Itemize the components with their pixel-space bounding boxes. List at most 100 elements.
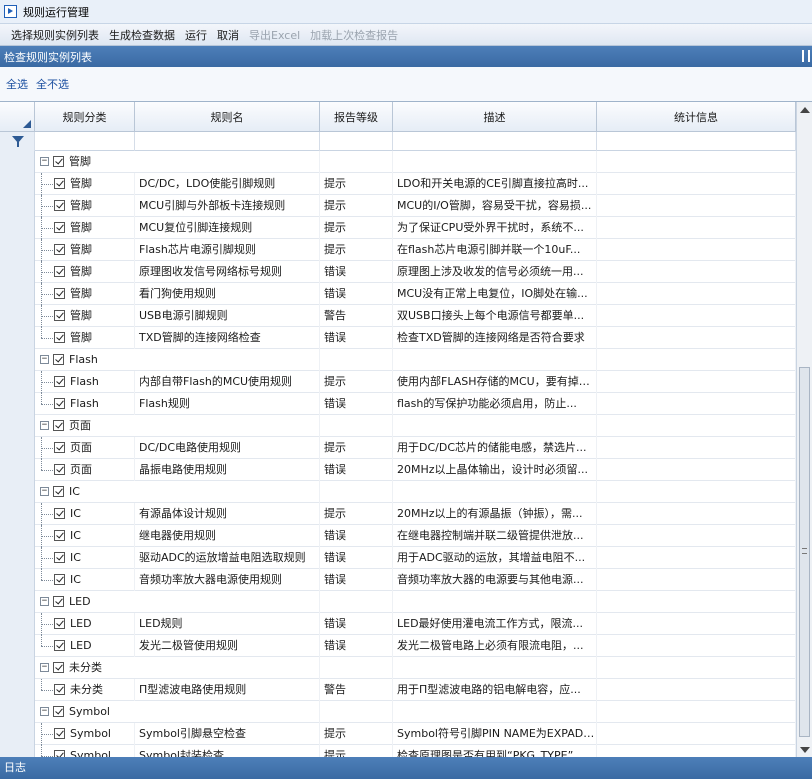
table-row[interactable]: 页面 DC/DC电路使用规则 提示 用于DC/DC芯片的储能电感，禁选片... bbox=[0, 437, 796, 459]
report-level-cell[interactable]: 提示 bbox=[320, 217, 393, 239]
funnel-icon[interactable] bbox=[12, 136, 24, 147]
report-level-cell[interactable]: 提示 bbox=[320, 195, 393, 217]
cancel-button[interactable]: 取消 bbox=[212, 27, 244, 43]
rule-name-cell[interactable]: Π型滤波电路使用规则 bbox=[135, 679, 320, 701]
description-cell[interactable]: 检查TXD管脚的连接网络是否符合要求 bbox=[393, 327, 597, 349]
stats-cell[interactable] bbox=[597, 195, 796, 217]
group-checkbox[interactable] bbox=[53, 156, 64, 167]
stats-cell[interactable] bbox=[597, 261, 796, 283]
report-level-cell[interactable]: 错误 bbox=[320, 327, 393, 349]
row-header[interactable] bbox=[0, 679, 35, 701]
report-level-cell[interactable]: 提示 bbox=[320, 745, 393, 757]
row-header[interactable] bbox=[0, 745, 35, 757]
row-header[interactable] bbox=[0, 349, 35, 371]
rule-name-cell[interactable]: MCU复位引脚连接规则 bbox=[135, 217, 320, 239]
row-header[interactable] bbox=[0, 437, 35, 459]
table-row[interactable]: 管脚 原理图收发信号网络标号规则 错误 原理图上涉及收发的信号必须统一用... bbox=[0, 261, 796, 283]
row-header[interactable] bbox=[0, 503, 35, 525]
stats-cell[interactable] bbox=[597, 305, 796, 327]
stats-cell[interactable] bbox=[597, 547, 796, 569]
row-header[interactable] bbox=[0, 525, 35, 547]
table-row[interactable]: 管脚 Flash芯片电源引脚规则 提示 在flash芯片电源引脚并联一个10uF... bbox=[0, 239, 796, 261]
stats-cell[interactable] bbox=[597, 437, 796, 459]
rule-name-cell[interactable]: DC/DC，LDO使能引脚规则 bbox=[135, 173, 320, 195]
rule-checkbox[interactable] bbox=[54, 508, 65, 519]
stats-cell[interactable] bbox=[597, 635, 796, 657]
group-checkbox[interactable] bbox=[53, 706, 64, 717]
report-level-cell[interactable]: 警告 bbox=[320, 679, 393, 701]
table-row[interactable]: Symbol Symbol引脚悬空检查 提示 Symbol符号引脚PIN NAME为E… bbox=[0, 723, 796, 745]
report-level-cell[interactable]: 错误 bbox=[320, 635, 393, 657]
row-header[interactable] bbox=[0, 657, 35, 679]
report-level-cell[interactable]: 错误 bbox=[320, 525, 393, 547]
stats-cell[interactable] bbox=[597, 393, 796, 415]
row-header[interactable] bbox=[0, 217, 35, 239]
table-row[interactable]: 管脚 MCU引脚与外部板卡连接规则 提示 MCU的I/O管脚，容易受干扰，容易损... bbox=[0, 195, 796, 217]
description-cell[interactable]: 用于Π型滤波电路的铝电解电容，应... bbox=[393, 679, 597, 701]
rule-name-cell[interactable]: 晶振电路使用规则 bbox=[135, 459, 320, 481]
stats-cell[interactable] bbox=[597, 371, 796, 393]
description-cell[interactable]: 双USB口接头上每个电源信号都要单... bbox=[393, 305, 597, 327]
group-row[interactable]: − Symbol bbox=[0, 701, 796, 723]
table-row[interactable]: 管脚 USB电源引脚规则 警告 双USB口接头上每个电源信号都要单... bbox=[0, 305, 796, 327]
row-header[interactable] bbox=[0, 723, 35, 745]
rule-checkbox[interactable] bbox=[54, 684, 65, 695]
report-level-cell[interactable]: 错误 bbox=[320, 613, 393, 635]
select-none-link[interactable]: 全不选 bbox=[36, 76, 77, 92]
description-cell[interactable]: Symbol符号引脚PIN NAME为EXPAD或P... bbox=[393, 723, 597, 745]
row-header[interactable] bbox=[0, 481, 35, 503]
row-header[interactable] bbox=[0, 569, 35, 591]
rule-checkbox[interactable] bbox=[54, 200, 65, 211]
run-button[interactable]: 运行 bbox=[180, 27, 212, 43]
table-row[interactable]: 管脚 MCU复位引脚连接规则 提示 为了保证CPU受外界干扰时，系统不... bbox=[0, 217, 796, 239]
collapse-icon[interactable]: − bbox=[40, 157, 49, 166]
group-row[interactable]: − 页面 bbox=[0, 415, 796, 437]
stats-cell[interactable] bbox=[597, 613, 796, 635]
row-header[interactable] bbox=[0, 371, 35, 393]
col-header-name[interactable]: 规则名 bbox=[135, 102, 320, 132]
row-header[interactable] bbox=[0, 547, 35, 569]
stats-cell[interactable] bbox=[597, 723, 796, 745]
report-level-cell[interactable]: 提示 bbox=[320, 371, 393, 393]
group-checkbox[interactable] bbox=[53, 354, 64, 365]
row-header[interactable] bbox=[0, 305, 35, 327]
rule-checkbox[interactable] bbox=[54, 244, 65, 255]
rule-checkbox[interactable] bbox=[54, 222, 65, 233]
description-cell[interactable]: 发光二极管电路上必须有限流电阻，... bbox=[393, 635, 597, 657]
scroll-thumb[interactable] bbox=[799, 367, 810, 737]
filter-cell-name[interactable] bbox=[135, 132, 320, 151]
filter-cell-level[interactable] bbox=[320, 132, 393, 151]
rule-name-cell[interactable]: USB电源引脚规则 bbox=[135, 305, 320, 327]
rule-checkbox[interactable] bbox=[54, 310, 65, 321]
rule-checkbox[interactable] bbox=[54, 178, 65, 189]
rule-checkbox[interactable] bbox=[54, 266, 65, 277]
scroll-down-icon[interactable] bbox=[800, 747, 810, 753]
rule-name-cell[interactable]: 看门狗使用规则 bbox=[135, 283, 320, 305]
report-level-cell[interactable]: 错误 bbox=[320, 547, 393, 569]
rule-checkbox[interactable] bbox=[54, 618, 65, 629]
row-header[interactable] bbox=[0, 261, 35, 283]
rule-name-cell[interactable]: 有源晶体设计规则 bbox=[135, 503, 320, 525]
table-row[interactable]: Symbol Symbol封装检查 提示 检查原理图是否有用到“PKG_TYPE”..… bbox=[0, 745, 796, 757]
table-row[interactable]: LED LED规则 错误 LED最好使用灌电流工作方式，限流... bbox=[0, 613, 796, 635]
rule-checkbox[interactable] bbox=[54, 750, 65, 757]
report-level-cell[interactable]: 错误 bbox=[320, 283, 393, 305]
group-row[interactable]: − 未分类 bbox=[0, 657, 796, 679]
rule-name-cell[interactable]: Symbol封装检查 bbox=[135, 745, 320, 757]
description-cell[interactable]: LED最好使用灌电流工作方式，限流... bbox=[393, 613, 597, 635]
group-row[interactable]: − IC bbox=[0, 481, 796, 503]
grid-corner[interactable] bbox=[0, 102, 35, 132]
row-header[interactable] bbox=[0, 327, 35, 349]
report-level-cell[interactable]: 提示 bbox=[320, 503, 393, 525]
description-cell[interactable]: flash的写保护功能必须启用，防止... bbox=[393, 393, 597, 415]
table-row[interactable]: Flash Flash规则 错误 flash的写保护功能必须启用，防止... bbox=[0, 393, 796, 415]
group-checkbox[interactable] bbox=[53, 486, 64, 497]
stats-cell[interactable] bbox=[597, 679, 796, 701]
col-header-stats[interactable]: 统计信息 bbox=[597, 102, 796, 132]
collapse-icon[interactable]: − bbox=[40, 663, 49, 672]
description-cell[interactable]: 用于DC/DC芯片的储能电感，禁选片... bbox=[393, 437, 597, 459]
row-header[interactable] bbox=[0, 239, 35, 261]
rule-checkbox[interactable] bbox=[54, 464, 65, 475]
description-cell[interactable]: 用于ADC驱动的运放，其增益电阻不... bbox=[393, 547, 597, 569]
row-header[interactable] bbox=[0, 635, 35, 657]
